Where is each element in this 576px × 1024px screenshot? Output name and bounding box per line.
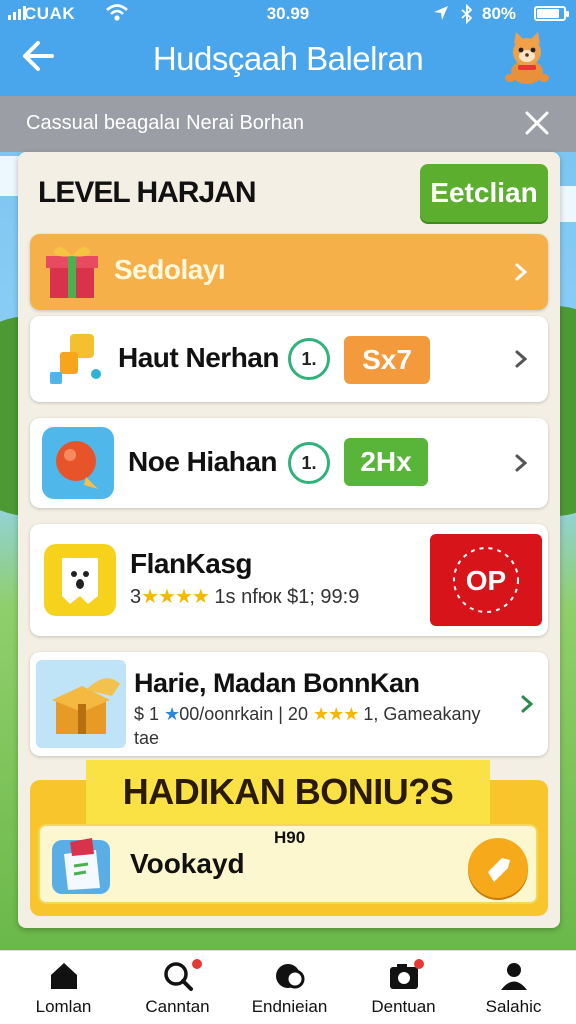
- item-price-row: $ 1 ★00/oonrkain | 20 ★★★ 1, Gameakany: [134, 704, 480, 725]
- list-item-bonus-offer[interactable]: Harie, Madan BonnKan $ 1 ★00/oonrkain | …: [30, 652, 548, 756]
- notification-dot: [414, 959, 424, 969]
- close-icon[interactable]: [522, 108, 552, 138]
- nav-item-search[interactable]: Canntan: [120, 951, 235, 1024]
- battery-icon: [534, 6, 569, 21]
- nav-item-profile[interactable]: Salahic: [456, 951, 571, 1024]
- app-header: CUAK 30.99 80% Hudsçaah Balelran: [0, 0, 576, 96]
- search-icon: [164, 962, 193, 991]
- bonus-tag: H90: [274, 828, 306, 847]
- star-icon: ★: [164, 704, 180, 724]
- list-item-game[interactable]: FlanKasg 3★★★★ 1s nfюк $1; 99:9 OP: [30, 524, 548, 636]
- item-sub-line: tae: [134, 728, 160, 748]
- seal-text: OP: [466, 565, 506, 596]
- panel-title: LEVEL HARJAN: [38, 176, 256, 209]
- cat-mascot-icon: [505, 32, 549, 84]
- laurel-seal-icon: OP: [453, 547, 519, 613]
- notification-dot: [192, 959, 202, 969]
- bottom-nav: Lomlan Canntan Endnieian Dentuan Salahic: [0, 950, 576, 1024]
- chevron-right-icon: [515, 454, 528, 472]
- bonus-title: HADIKAN BONIU?S: [86, 760, 490, 824]
- fruit-tile-icon: [42, 427, 114, 499]
- list-item-label: FlanKasg: [130, 548, 253, 579]
- shopping-bag-icon: [52, 838, 110, 894]
- notification-banner: Cassual beagalaı Nerai Borhan: [0, 96, 576, 152]
- bonus-go-button[interactable]: [468, 838, 528, 898]
- price-text: $ 1: [134, 704, 160, 724]
- nav-label: Canntan: [145, 997, 210, 1016]
- star-rating-icon: ★★★★: [141, 586, 210, 608]
- nav-label: Endnieian: [251, 997, 328, 1016]
- nav-label: Salahic: [485, 997, 542, 1016]
- level-badge: 1.: [288, 442, 330, 484]
- item-meta: 1s nfюк $1; 99:9: [214, 586, 360, 608]
- rating-prefix: 3: [130, 586, 142, 608]
- list-item-label: Sedolayı: [114, 254, 226, 285]
- profile-icon: [501, 963, 527, 990]
- banner-text: Cassual beagalaı Nerai Borhan: [26, 112, 304, 134]
- list-item-label: Haut Nerhan: [118, 342, 279, 373]
- star-rating-icon: ★★★: [312, 704, 359, 724]
- item-meta: 1, Gameakany: [363, 704, 481, 724]
- item-rating-row: 3★★★★ 1s nfюк $1; 99:9: [130, 584, 359, 609]
- list-item-level-2[interactable]: Noe Hiahan 1. 2Hx: [30, 418, 548, 508]
- list-item-gift[interactable]: Sedolayı: [30, 234, 548, 310]
- ghost-tile-icon: [44, 544, 116, 616]
- location-icon: [434, 6, 448, 20]
- multiplier-pill: 2Hx: [344, 438, 428, 486]
- bluetooth-icon: [461, 4, 473, 24]
- op-seal-badge: OP: [430, 534, 542, 626]
- nav-item-home[interactable]: Lomlan: [6, 951, 121, 1024]
- gift-box-icon: [46, 246, 98, 298]
- list-item-level-1[interactable]: Haut Nerhan 1. Sx7: [30, 316, 548, 402]
- globe-icon: [276, 964, 305, 989]
- nav-item-camera[interactable]: Dentuan: [346, 951, 461, 1024]
- back-arrow-icon[interactable]: [18, 36, 58, 76]
- bonus-item-label: Vookayd: [130, 848, 245, 879]
- list-item-label: Noe Hiahan: [128, 446, 278, 477]
- chevron-right-icon: [521, 695, 534, 713]
- chevron-right-icon: [515, 350, 528, 368]
- puzzle-key-icon: [50, 334, 101, 384]
- nav-label: Lomlan: [35, 997, 92, 1016]
- home-icon: [51, 963, 77, 989]
- tag-icon: [488, 858, 510, 882]
- panel-action-button[interactable]: Eetclian: [420, 164, 548, 222]
- chevron-right-icon: [515, 263, 528, 281]
- price-detail: 00/oonrkain | 20: [179, 704, 308, 724]
- battery-percent: 80%: [482, 4, 517, 23]
- list-item-label: Harie, Madan BonnKan: [134, 668, 420, 698]
- treasure-chest-icon: [36, 660, 126, 748]
- status-bar: CUAK 30.99 80%: [0, 0, 576, 30]
- level-badge: 1.: [288, 338, 330, 380]
- nav-item-explore[interactable]: Endnieian: [232, 951, 347, 1024]
- page-title: Hudsçaah Balelran: [152, 40, 424, 77]
- multiplier-pill: Sx7: [344, 336, 430, 384]
- nav-label: Dentuan: [371, 997, 436, 1016]
